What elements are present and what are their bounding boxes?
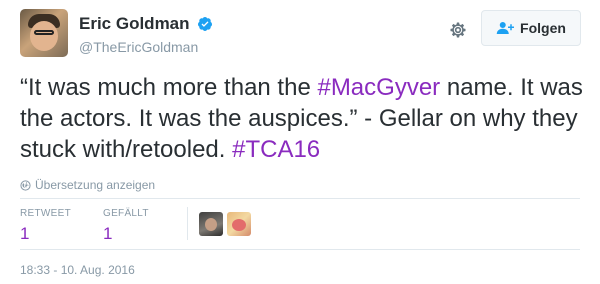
liker-avatar-face (205, 218, 217, 231)
liker-avatar[interactable] (199, 212, 223, 236)
user-display-name[interactable]: Eric Goldman (79, 13, 190, 35)
liker-avatar[interactable] (227, 212, 251, 236)
tweet-text: “It was much more than the #MacGyver nam… (20, 72, 585, 165)
retweet-count: 1 (20, 224, 30, 243)
liker-avatar-face (232, 219, 246, 231)
follow-button-label: Folgen (520, 20, 566, 36)
follow-button[interactable]: Folgen (481, 10, 581, 46)
stats-divider-bottom (20, 249, 580, 250)
stats-divider-top (20, 198, 580, 199)
user-avatar[interactable] (20, 9, 68, 57)
like-count: 1 (103, 224, 113, 243)
retweet-count-stat[interactable]: RETWEET 1 (20, 208, 71, 244)
tweet-timestamp[interactable]: 18:33 - 10. Aug. 2016 (20, 263, 135, 277)
avatar-glasses (34, 30, 54, 35)
hashtag-tca16-link[interactable]: #TCA16 (232, 136, 320, 163)
translate-label: Übersetzung anzeigen (35, 178, 156, 192)
follow-person-icon (496, 22, 515, 34)
like-label: GEFÄLLT (103, 208, 149, 219)
retweet-label: RETWEET (20, 208, 71, 219)
hashtag-macgyver-link[interactable]: #MacGyver (317, 74, 440, 101)
translate-link[interactable]: Übersetzung anzeigen (20, 178, 155, 192)
like-count-stat[interactable]: GEFÄLLT 1 (103, 208, 149, 244)
globe-icon (20, 179, 31, 191)
avatar-face (30, 21, 58, 51)
verified-badge-icon (197, 17, 212, 31)
user-identity: Eric Goldman @TheEricGoldman (79, 13, 213, 56)
user-handle[interactable]: @TheEricGoldman (79, 38, 213, 56)
gear-icon[interactable] (448, 20, 468, 40)
tweet-text-segment: “It was much more than the (20, 74, 318, 101)
stats-separator (187, 207, 188, 240)
